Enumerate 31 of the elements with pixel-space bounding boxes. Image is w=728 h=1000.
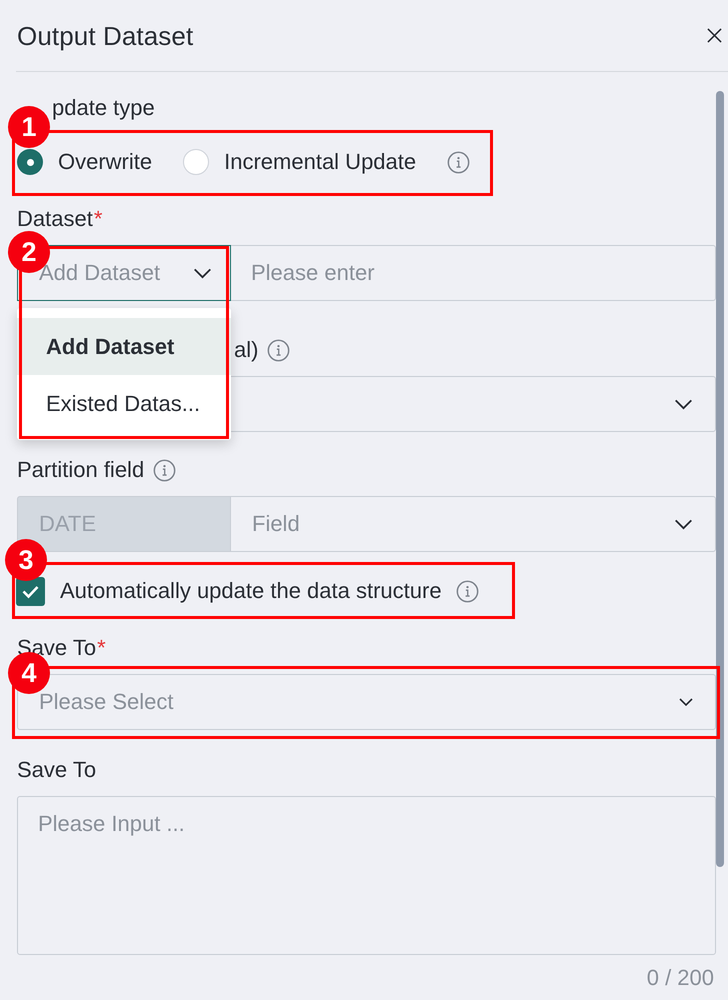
chevron-down-icon — [679, 698, 693, 706]
chevron-down-icon — [193, 268, 212, 278]
field-label: Partition field — [17, 457, 144, 483]
panel-title: Output Dataset — [17, 20, 194, 52]
field-label: pdate type — [52, 95, 155, 121]
required-mark: * — [97, 635, 106, 661]
chevron-down-icon — [674, 518, 693, 530]
required-mark: * — [94, 206, 102, 232]
scrollbar-thumb[interactable] — [716, 91, 724, 867]
field-label: Dataset — [17, 206, 93, 232]
character-counter: 0 / 200 — [646, 965, 714, 991]
checkbox-label[interactable]: Automatically update the data structure — [60, 577, 442, 605]
menu-item[interactable]: Add Dataset — [17, 318, 231, 375]
field-label: Save To — [17, 757, 96, 783]
close-icon[interactable] — [707, 28, 722, 43]
chevron-down-icon — [674, 398, 693, 410]
radio-label[interactable]: Incremental Update — [224, 148, 416, 176]
radio-button[interactable] — [17, 149, 43, 175]
name-input[interactable]: Please enter — [231, 245, 716, 301]
menu-item[interactable]: Existed Datas... — [17, 375, 231, 432]
info-icon[interactable] — [153, 458, 176, 482]
field-label: al) — [234, 337, 258, 363]
checkbox[interactable] — [16, 576, 45, 606]
callout-badge: 3 — [5, 539, 47, 581]
info-icon[interactable] — [447, 150, 470, 174]
text-area[interactable]: Please Input ... — [17, 796, 716, 955]
info-icon[interactable] — [267, 338, 290, 362]
info-icon[interactable] — [456, 580, 479, 602]
radio-button[interactable] — [183, 149, 210, 175]
callout-badge: 1 — [8, 106, 50, 148]
radio-label[interactable]: Overwrite — [58, 148, 152, 176]
